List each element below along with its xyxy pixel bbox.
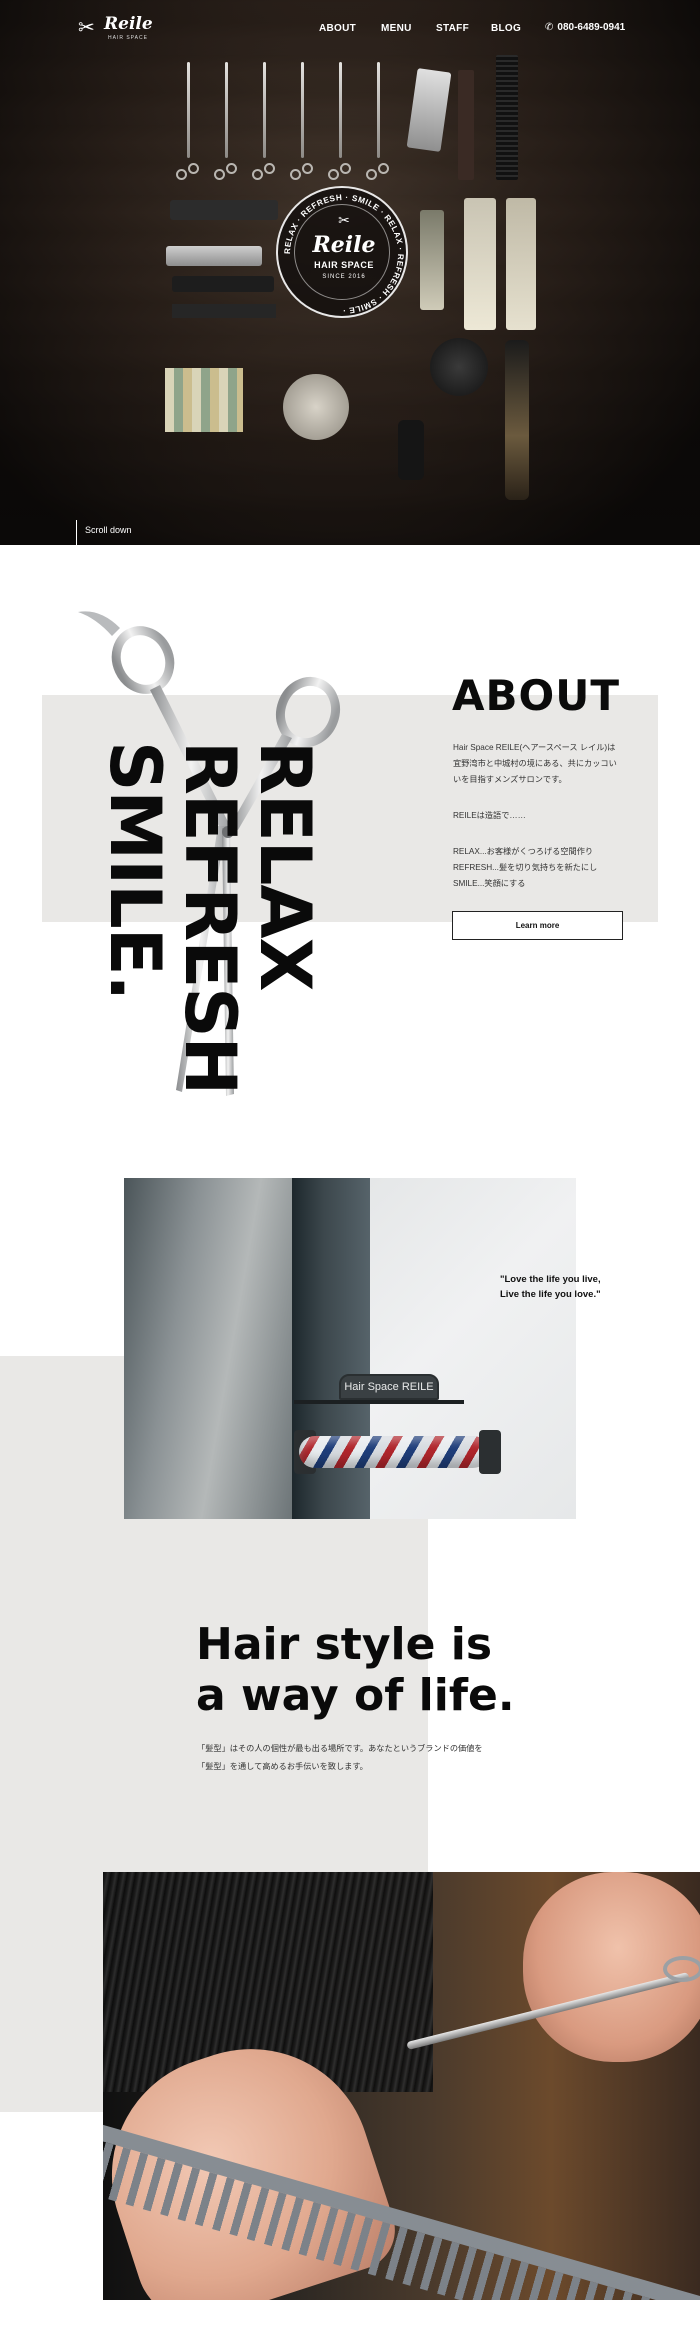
life-text-line: 「髪型」を通して高めるお手伝いを致します。 [197, 1762, 368, 1771]
product-image [166, 246, 262, 266]
phone-number: 080-6489-0941 [557, 22, 626, 33]
life-title-line: Hair style is [196, 1619, 493, 1670]
life-title-line: a way of life. [196, 1670, 515, 1721]
tube-image [464, 198, 496, 330]
barber-pole [299, 1436, 489, 1468]
scissors-image [252, 62, 276, 180]
about-text-line: 宜野湾市と中城村の境にある、共にカッコい [453, 759, 617, 768]
razor-image [406, 68, 452, 152]
product-image [172, 276, 274, 292]
scissors-image [328, 62, 352, 180]
hero-section: RELAX · REFRESH · SMILE · RELAX · REFRES… [0, 0, 700, 545]
scissors-image [176, 62, 200, 180]
emblem-subtitle: HAIR SPACE [314, 260, 374, 270]
hair-iron-image [505, 340, 529, 500]
emblem-since: SINCE 2016 [322, 274, 366, 280]
about-text-line: Hair Space REILE(ヘアースペース レイル)は [453, 743, 616, 752]
quote-line: "Love the life you live, [500, 1274, 601, 1285]
scissors-image [214, 62, 238, 180]
emblem-logo: RELAX · REFRESH · SMILE · RELAX · REFRES… [276, 186, 408, 318]
nav-about[interactable]: ABOUT [319, 23, 356, 34]
vertical-word-smile: SMILE. [94, 741, 176, 1001]
about-text-line: いを目指すメンズサロンです。 [453, 775, 567, 784]
about-text-line: SMILE...笑顔にする [453, 879, 526, 888]
life-title: Hair style is a way of life. [196, 1619, 515, 1721]
about-text-line: REILEは造語で…… [453, 811, 526, 820]
scissors-icon: ✂ [338, 212, 350, 228]
site-logo[interactable]: ✂ Reile HAIR SPACE [78, 14, 153, 44]
shop-sign: Hair Space REILE [339, 1374, 439, 1400]
haircut-photo [103, 1872, 700, 2300]
nav-blog[interactable]: BLOG [491, 23, 521, 34]
scissors-icon: ✂ [78, 17, 95, 39]
scroll-down-link[interactable]: Scroll down [76, 520, 132, 545]
phone-icon: ✆ [545, 22, 554, 33]
clips-image [172, 304, 276, 318]
comb-image [496, 55, 518, 180]
about-title: ABOUT [452, 671, 620, 720]
logo-text: Reile [104, 14, 153, 34]
dryer-image [430, 338, 488, 396]
vertical-word-relax: RELAX [244, 741, 326, 991]
quote: "Love the life you live, Live the life y… [500, 1272, 601, 1302]
vertical-word-refresh: REFRESH [169, 741, 251, 1095]
logo-subtitle: HAIR SPACE [108, 35, 148, 41]
product-image [170, 200, 278, 220]
wax-jar-image [283, 374, 349, 440]
about-text-line: REFRESH...髪を切り気持ちを新たにし [453, 863, 598, 872]
scissors-image [366, 62, 390, 180]
quote-line: Live the life you love." [500, 1289, 601, 1300]
life-text-line: 「髪型」はその人の個性が最も出る場所です。あなたというブランドの価値を [197, 1744, 483, 1753]
nav-menu[interactable]: MENU [381, 23, 412, 34]
tube-image [420, 210, 444, 310]
about-text-line: RELAX...お客様がくつろげる空間作り [453, 847, 594, 856]
phone-link[interactable]: ✆ 080-6489-0941 [545, 22, 625, 33]
learn-more-button[interactable]: Learn more [452, 911, 623, 940]
tube-image [506, 198, 536, 330]
comb-image [458, 70, 474, 180]
site-header: ✂ Reile HAIR SPACE ABOUT MENU STAFF BLOG… [0, 0, 700, 58]
hair-ties-image [165, 368, 243, 432]
barber-sign-photo: Hair Space REILE [124, 1178, 576, 1519]
scissors-image [290, 62, 314, 180]
emblem-title: Reile [312, 232, 376, 258]
nav-staff[interactable]: STAFF [436, 23, 469, 34]
dryer-image [398, 420, 424, 480]
